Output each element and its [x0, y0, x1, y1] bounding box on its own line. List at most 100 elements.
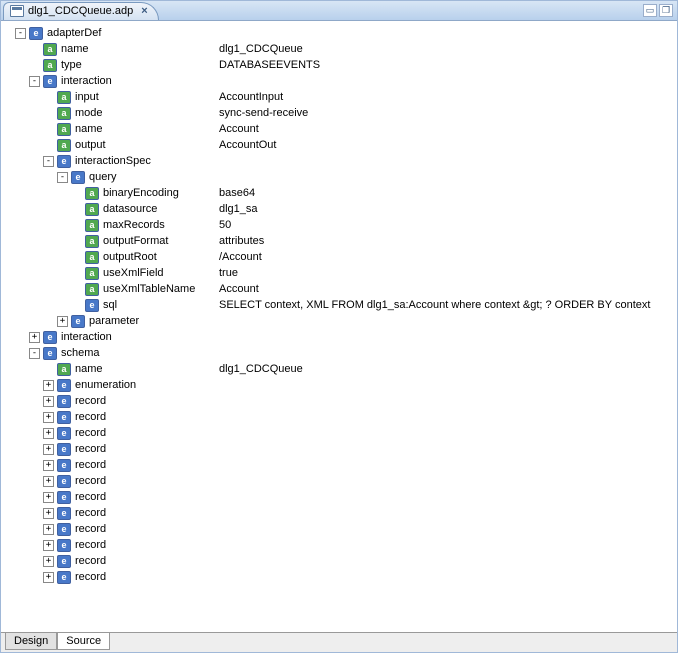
- tree-row[interactable]: +erecord: [1, 441, 677, 457]
- expand-icon[interactable]: +: [43, 492, 54, 503]
- expand-icon[interactable]: +: [43, 396, 54, 407]
- tree-row[interactable]: amaxRecords50: [1, 217, 677, 233]
- tree-row[interactable]: +erecord: [1, 505, 677, 521]
- element-icon: e: [29, 27, 43, 40]
- element-icon: e: [57, 523, 71, 536]
- attribute-icon: a: [85, 203, 99, 216]
- tree-row[interactable]: +erecord: [1, 521, 677, 537]
- tree-row[interactable]: aoutputRoot/Account: [1, 249, 677, 265]
- expand-icon[interactable]: +: [43, 524, 54, 535]
- tree-row[interactable]: ainputAccountInput: [1, 89, 677, 105]
- expand-icon[interactable]: +: [43, 444, 54, 455]
- tree-row[interactable]: -einteraction: [1, 73, 677, 89]
- tree-row[interactable]: atypeDATABASEEVENTS: [1, 57, 677, 73]
- tree-row[interactable]: +eparameter: [1, 313, 677, 329]
- node-label: outputFormat: [103, 235, 211, 247]
- expand-icon[interactable]: +: [43, 508, 54, 519]
- node-label: interactionSpec: [75, 155, 151, 167]
- node-value: DATABASEEVENTS: [219, 59, 320, 71]
- expand-icon[interactable]: +: [43, 428, 54, 439]
- tree-row[interactable]: -e interactionSpec: [1, 153, 677, 169]
- tree-row[interactable]: +erecord: [1, 537, 677, 553]
- node-label: input: [75, 91, 211, 103]
- tree-row[interactable]: aoutputAccountOut: [1, 137, 677, 153]
- node-label: record: [75, 571, 106, 583]
- tree-row[interactable]: +erecord: [1, 489, 677, 505]
- tree-row[interactable]: auseXmlFieldtrue: [1, 265, 677, 281]
- collapse-icon[interactable]: -: [43, 156, 54, 167]
- tree-row[interactable]: +erecord: [1, 393, 677, 409]
- node-label: interaction: [61, 331, 112, 343]
- tree-row[interactable]: +erecord: [1, 473, 677, 489]
- expand-icon[interactable]: +: [43, 540, 54, 551]
- node-label: outputRoot: [103, 251, 211, 263]
- collapse-icon[interactable]: -: [29, 348, 40, 359]
- titlebar: dlg1_CDCQueue.adp × ▭ ❐: [1, 1, 677, 21]
- tree-row[interactable]: +erecord: [1, 425, 677, 441]
- close-icon[interactable]: ×: [141, 6, 147, 17]
- element-icon: e: [57, 475, 71, 488]
- element-icon: e: [57, 379, 71, 392]
- tree-row[interactable]: aoutputFormatattributes: [1, 233, 677, 249]
- node-label: record: [75, 523, 106, 535]
- maximize-button[interactable]: ❐: [659, 4, 673, 17]
- expand-icon[interactable]: +: [43, 572, 54, 583]
- editor-tab[interactable]: dlg1_CDCQueue.adp ×: [3, 2, 159, 20]
- tree-row[interactable]: +erecord: [1, 553, 677, 569]
- tree-view[interactable]: -eadapterDefanamedlg1_CDCQueueatypeDATAB…: [1, 21, 677, 632]
- tree-row[interactable]: +einteraction: [1, 329, 677, 345]
- element-icon: e: [57, 491, 71, 504]
- node-value: dlg1_sa: [219, 203, 258, 215]
- tree-row[interactable]: adatasourcedlg1_sa: [1, 201, 677, 217]
- node-label: record: [75, 411, 106, 423]
- expand-icon[interactable]: +: [43, 476, 54, 487]
- tree-row[interactable]: -e adapterDef: [1, 25, 677, 41]
- tree-row[interactable]: anamedlg1_CDCQueue: [1, 361, 677, 377]
- expand-icon[interactable]: +: [43, 460, 54, 471]
- node-value: 50: [219, 219, 231, 231]
- node-label: adapterDef: [47, 27, 101, 39]
- tree-row[interactable]: esqlSELECT context, XML FROM dlg1_sa:Acc…: [1, 297, 677, 313]
- tree-row[interactable]: +eenumeration: [1, 377, 677, 393]
- window-controls: ▭ ❐: [643, 4, 673, 17]
- minimize-button[interactable]: ▭: [643, 4, 657, 17]
- node-label: record: [75, 427, 106, 439]
- attribute-icon: a: [57, 107, 71, 120]
- tree-row[interactable]: -equery: [1, 169, 677, 185]
- node-label: binaryEncoding: [103, 187, 211, 199]
- node-label: record: [75, 555, 106, 567]
- element-icon: e: [57, 155, 71, 168]
- tree-row[interactable]: amodesync-send-receive: [1, 105, 677, 121]
- expand-icon[interactable]: +: [43, 556, 54, 567]
- node-label: type: [61, 59, 211, 71]
- tree-row[interactable]: -eschema: [1, 345, 677, 361]
- collapse-icon[interactable]: -: [15, 28, 26, 39]
- tree-row[interactable]: +erecord: [1, 569, 677, 585]
- expand-icon[interactable]: +: [29, 332, 40, 343]
- tree-row[interactable]: anameAccount: [1, 121, 677, 137]
- tree-row[interactable]: abinaryEncodingbase64: [1, 185, 677, 201]
- tree-row[interactable]: +erecord: [1, 457, 677, 473]
- element-icon: e: [43, 347, 57, 360]
- attribute-icon: a: [57, 123, 71, 136]
- collapse-icon[interactable]: -: [29, 76, 40, 87]
- node-value: AccountInput: [219, 91, 283, 103]
- tree-row[interactable]: +erecord: [1, 409, 677, 425]
- node-value: /Account: [219, 251, 262, 263]
- collapse-icon[interactable]: -: [57, 172, 68, 183]
- node-label: useXmlTableName: [103, 283, 211, 295]
- attribute-icon: a: [57, 139, 71, 152]
- file-icon: [10, 5, 24, 17]
- expand-icon[interactable]: +: [57, 316, 68, 327]
- node-value: attributes: [219, 235, 264, 247]
- expand-icon[interactable]: +: [43, 380, 54, 391]
- element-icon: e: [85, 299, 99, 312]
- node-value: base64: [219, 187, 255, 199]
- element-icon: e: [57, 411, 71, 424]
- design-tab[interactable]: Design: [5, 633, 57, 650]
- node-label: maxRecords: [103, 219, 211, 231]
- tree-row[interactable]: auseXmlTableNameAccount: [1, 281, 677, 297]
- expand-icon[interactable]: +: [43, 412, 54, 423]
- source-tab[interactable]: Source: [57, 633, 110, 650]
- tree-row[interactable]: anamedlg1_CDCQueue: [1, 41, 677, 57]
